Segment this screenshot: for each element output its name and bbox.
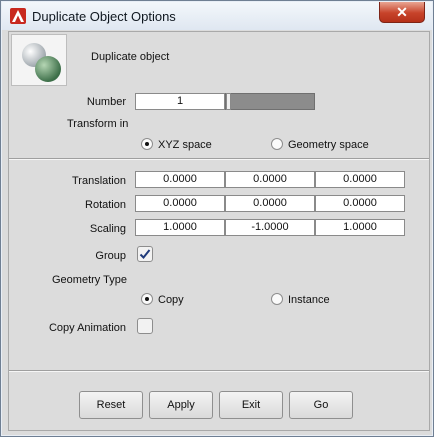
translation-y-field[interactable]: 0.0000	[225, 171, 315, 188]
checkmark-icon	[139, 249, 151, 259]
exit-button[interactable]: Exit	[219, 391, 283, 419]
translation-z-field[interactable]: 0.0000	[315, 171, 405, 188]
number-slider-handle[interactable]	[226, 93, 231, 110]
rotation-label: Rotation	[85, 199, 126, 211]
group-label: Group	[95, 250, 126, 262]
go-button[interactable]: Go	[289, 391, 353, 419]
rotation-y-field[interactable]: 0.0000	[225, 195, 315, 212]
transform-label: Transform in	[67, 118, 129, 130]
xyz-space-radio[interactable]	[141, 138, 153, 150]
copy-radio[interactable]	[141, 293, 153, 305]
group-checkbox[interactable]	[137, 246, 153, 262]
dialog-body: Duplicate object Number 1 Transform in X…	[8, 31, 430, 431]
rotation-x-field[interactable]: 0.0000	[135, 195, 225, 212]
translation-x-field[interactable]: 0.0000	[135, 171, 225, 188]
scaling-z-field[interactable]: 1.0000	[315, 219, 405, 236]
xyz-space-label[interactable]: XYZ space	[158, 139, 212, 151]
scaling-y-field[interactable]: -1.0000	[225, 219, 315, 236]
scaling-x-field[interactable]: 1.0000	[135, 219, 225, 236]
scaling-label: Scaling	[89, 223, 126, 235]
close-button[interactable]: ✕	[379, 2, 425, 23]
instance-radio[interactable]	[271, 293, 283, 305]
number-field[interactable]: 1	[135, 93, 225, 110]
translation-label: Translation	[71, 175, 126, 187]
reset-button[interactable]: Reset	[79, 391, 143, 419]
geometry-space-radio[interactable]	[271, 138, 283, 150]
separator-top	[9, 158, 429, 160]
title-bar[interactable]: Duplicate Object Options ✕	[2, 2, 432, 30]
app-logo-icon	[10, 8, 26, 24]
geometry-space-label[interactable]: Geometry space	[288, 139, 369, 151]
number-label: Number	[86, 96, 126, 108]
copy-label[interactable]: Copy	[158, 294, 184, 306]
duplicate-spheres-icon	[11, 34, 67, 86]
rotation-z-field[interactable]: 0.0000	[315, 195, 405, 212]
close-icon: ✕	[396, 4, 408, 20]
geometry-type-label: Geometry Type	[52, 274, 127, 286]
apply-button[interactable]: Apply	[149, 391, 213, 419]
header-title: Duplicate object	[91, 51, 170, 63]
separator-bottom	[9, 370, 429, 372]
copy-animation-label: Copy Animation	[48, 322, 126, 334]
instance-label[interactable]: Instance	[288, 294, 330, 306]
number-slider[interactable]	[225, 93, 315, 110]
copy-animation-checkbox[interactable]	[137, 318, 153, 334]
dialog-window: Duplicate Object Options ✕ Duplicate obj…	[0, 0, 434, 437]
window-title: Duplicate Object Options	[32, 9, 176, 24]
